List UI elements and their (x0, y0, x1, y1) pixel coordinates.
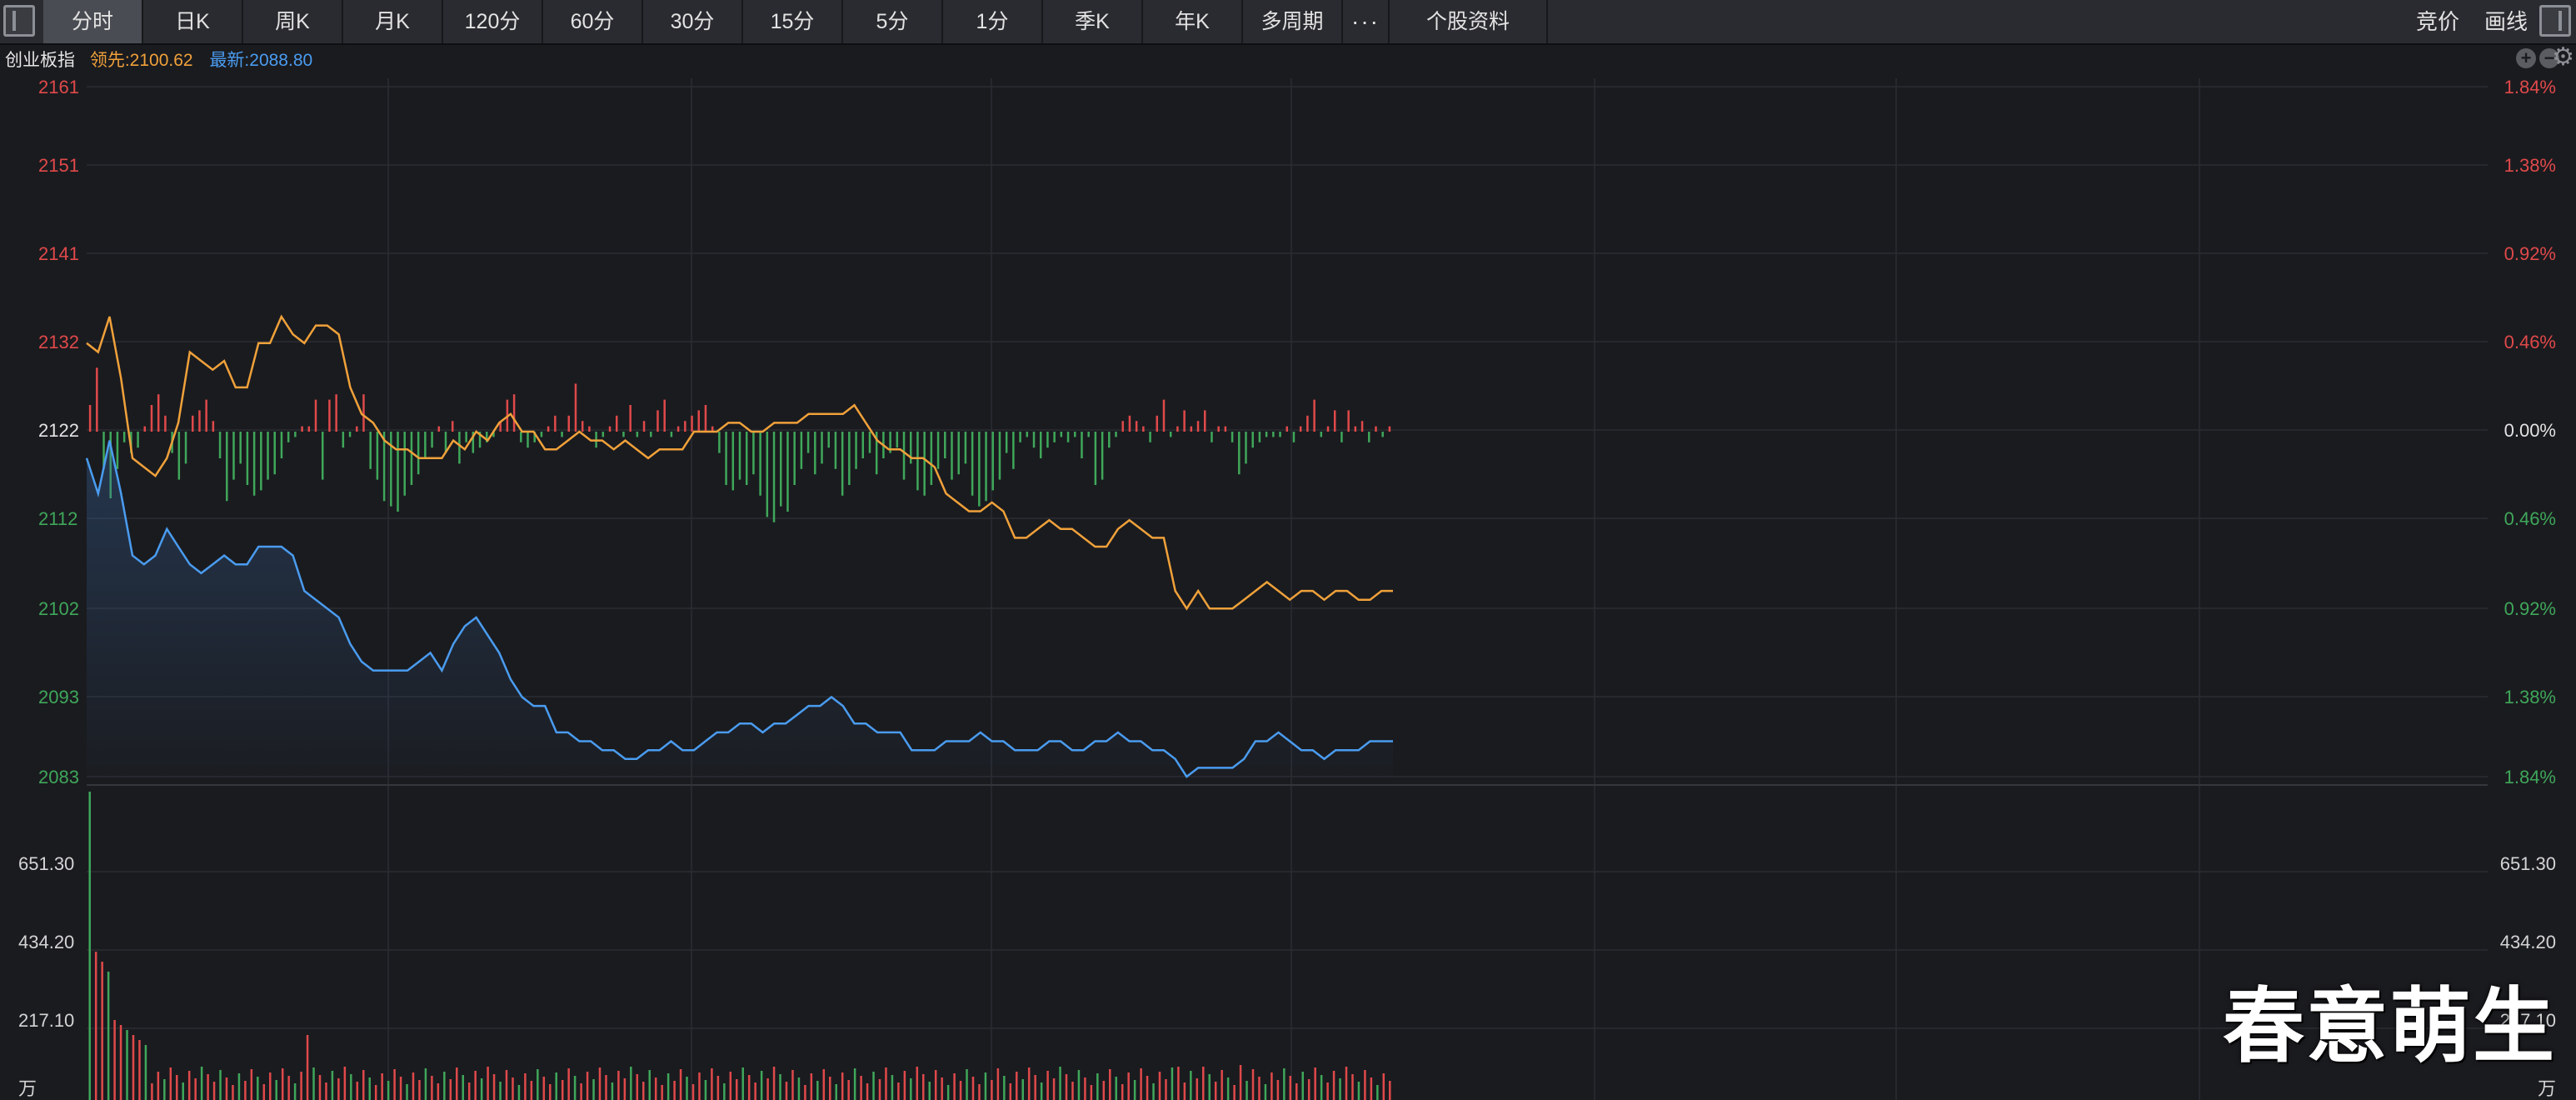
price-tick-label: 2132 (38, 332, 79, 352)
volume-tick-label: 217.10 (18, 1010, 74, 1031)
grid-lines (87, 78, 2488, 1100)
percent-tick-label: 0.46% (2504, 332, 2556, 352)
tab-14[interactable]: 个股资料 (1390, 0, 1548, 43)
tab-12[interactable]: 多周期 (1243, 0, 1343, 43)
toolbar-right: 竞价 画线 (2416, 0, 2528, 43)
tab-2[interactable]: 周K (243, 0, 343, 43)
volume-tick-label: 434.20 (18, 932, 74, 952)
tab-9[interactable]: 1分 (943, 0, 1043, 43)
price-tick-label: 2083 (38, 767, 79, 788)
lead-value: 领先:2100.62 (89, 51, 193, 70)
zoom-in-icon[interactable]: + (2516, 48, 2536, 68)
volume-tick-label: 万 (18, 1078, 37, 1099)
price-tick-label: 2122 (38, 420, 79, 441)
percent-tick-label: 1.38% (2504, 155, 2556, 176)
percent-tick-label: 1.84% (2504, 77, 2556, 98)
price-tick-label: 2141 (38, 243, 79, 264)
tab-11[interactable]: 年K (1143, 0, 1243, 43)
tab-7[interactable]: 15分 (743, 0, 843, 43)
tab-1[interactable]: 日K (143, 0, 243, 43)
price-tick-label: 2112 (38, 508, 77, 529)
price-tick-label: 2093 (38, 687, 79, 708)
tab-8[interactable]: 5分 (843, 0, 943, 43)
percent-tick-label: 0.92% (2504, 598, 2556, 619)
intraday-chart: 2161 2151 2141 2132 2122 2112 2102 2093 2083 1.84… (18, 77, 2556, 1100)
auction-button[interactable]: 竞价 (2416, 0, 2459, 43)
percent-tick-label: 0.92% (2504, 243, 2556, 264)
price-tick-label: 2151 (38, 155, 79, 176)
volume-tick-label-right: 万 (2538, 1078, 2556, 1099)
sidebar-toggle-icon[interactable] (3, 5, 35, 37)
percent-tick-label: 1.84% (2504, 767, 2556, 788)
imbalance-bars (88, 368, 1391, 522)
tab-3[interactable]: 月K (343, 0, 443, 43)
price-tick-label: 2161 (38, 77, 79, 98)
tab-5[interactable]: 60分 (543, 0, 643, 43)
watermark-text: 春意萌生 (2223, 979, 2557, 1074)
chart-toolbar: 分时 日K 周K 月K 120分 60分 30分 15分 5分 1分 季K 年K 多周期 ··· 个股资料 … (0, 0, 2576, 45)
volume-tick-label-right: 434.20 (2500, 932, 2556, 952)
panel-toggle-icon[interactable] (2539, 5, 2571, 37)
tab-6[interactable]: 30分 (643, 0, 743, 43)
percent-tick-label: 0.46% (2504, 508, 2556, 529)
volume-bars (88, 792, 1391, 1100)
volume-tick-label-right: 651.30 (2500, 853, 2556, 874)
tab-10[interactable]: 季K (1043, 0, 1143, 43)
settings-gear-icon[interactable]: ⚙ (2552, 45, 2574, 70)
tab-0[interactable]: 分时 (43, 0, 143, 43)
percent-tick-label: 1.38% (2504, 687, 2556, 708)
price-tick-label: 2102 (38, 598, 79, 619)
tab-13[interactable]: ··· (1343, 0, 1390, 43)
latest-value: 最新:2088.80 (209, 51, 313, 70)
draw-line-button[interactable]: 画线 (2484, 0, 2528, 43)
index-name: 创业板指 (5, 51, 75, 70)
quote-info: 创业板指 领先:2100.62 最新:2088.80 (5, 47, 312, 70)
tab-4[interactable]: 120分 (443, 0, 543, 43)
period-tabs: 分时 日K 周K 月K 120分 60分 30分 15分 5分 1分 季K 年K 多周期 ··· 个股资料 (43, 0, 1548, 43)
percent-tick-label: 0.00% (2504, 420, 2556, 441)
volume-tick-label: 651.30 (18, 853, 74, 874)
